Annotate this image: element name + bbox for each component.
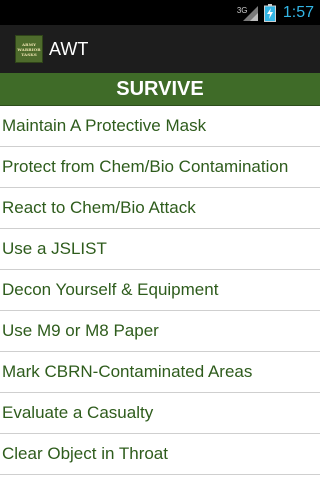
action-bar: ARMY WARRIOR TASKS AWT [0,25,320,73]
section-header: SURVIVE [0,73,320,106]
task-item[interactable]: Mark CBRN-Contaminated Areas [0,352,320,393]
task-item[interactable]: Maintain A Protective Mask [0,106,320,147]
section-title: SURVIVE [116,77,204,100]
task-list: Maintain A Protective Mask Protect from … [0,106,320,475]
status-icons: 3G 1:57 [237,0,314,25]
app-logo-icon[interactable]: ARMY WARRIOR TASKS [15,35,43,63]
signal-icon: 3G [237,4,259,22]
task-item[interactable]: Use a JSLIST [0,229,320,270]
task-item[interactable]: Use M9 or M8 Paper [0,311,320,352]
battery-charging-icon [263,3,276,22]
task-item[interactable]: Evaluate a Casualty [0,393,320,434]
task-item[interactable]: Decon Yourself & Equipment [0,270,320,311]
task-item[interactable]: Clear Object in Throat [0,434,320,475]
clock: 1:57 [282,4,314,21]
logo-text-line: TASKS [21,51,37,57]
status-bar: 3G 1:57 [0,0,320,25]
app-title: AWT [49,38,89,59]
network-type: 3G [236,5,248,15]
task-item[interactable]: React to Chem/Bio Attack [0,188,320,229]
task-item[interactable]: Protect from Chem/Bio Contamination [0,147,320,188]
